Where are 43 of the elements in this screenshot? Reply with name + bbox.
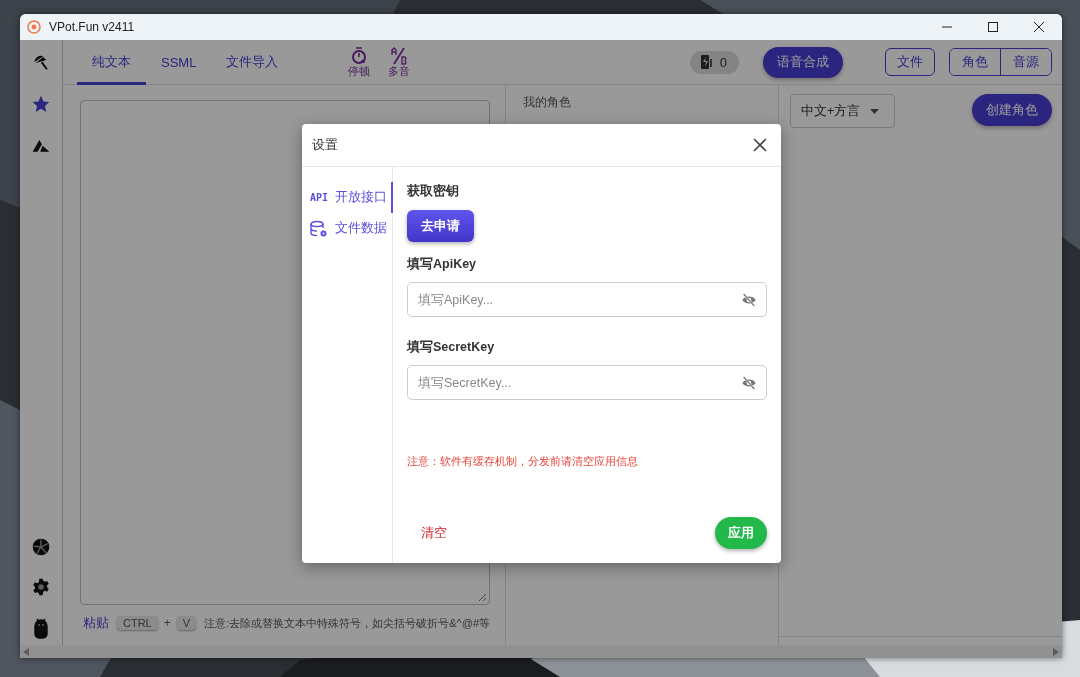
app-logo-icon xyxy=(27,20,41,34)
resize-handle-icon xyxy=(478,593,486,601)
eye-hidden-icon[interactable] xyxy=(741,292,757,308)
synthesize-button[interactable]: 语音合成 xyxy=(763,46,843,78)
note-text: 注意:去除或替换文本中特殊符号，如尖括号破折号&^@#等 xyxy=(204,615,490,631)
api-icon: API xyxy=(310,192,329,203)
letters-slash-icon xyxy=(391,47,408,65)
input-field[interactable]: 填写ApiKey... xyxy=(407,282,767,317)
android-icon[interactable] xyxy=(32,617,50,639)
settings-nav-item[interactable]: API 开放接口 xyxy=(302,182,393,213)
dialog-title: 设置 xyxy=(312,136,338,154)
segment-button[interactable]: 音源 xyxy=(1000,49,1051,75)
database-gear-icon xyxy=(310,219,328,238)
aperture-icon[interactable] xyxy=(31,537,51,557)
settings-nav-item[interactable]: 文件数据 xyxy=(302,213,393,244)
field-label: 填写SecretKey xyxy=(407,339,496,356)
paste-link[interactable]: 粘贴 xyxy=(83,614,109,632)
file-button[interactable]: 文件 xyxy=(885,48,935,76)
toolbar-tool[interactable]: 停顿 xyxy=(348,47,371,77)
input-field[interactable]: 填写SecretKey... xyxy=(407,365,767,400)
star-icon[interactable] xyxy=(31,94,51,114)
panel-title: 我的角色 xyxy=(523,95,571,109)
settings-icon[interactable] xyxy=(31,577,51,597)
stopwatch-icon xyxy=(351,47,368,65)
dropdown-caret-icon xyxy=(870,108,880,114)
language-dropdown[interactable]: 中文+方言 xyxy=(790,94,895,128)
apply-button[interactable]: 应用 xyxy=(715,517,767,549)
eye-hidden-icon[interactable] xyxy=(741,375,757,391)
field-label: 填写ApiKey xyxy=(407,256,478,273)
warning-text: 注意：软件有缓存机制，分发前请清空应用信息 xyxy=(407,454,639,469)
plus-sign: + xyxy=(163,616,171,630)
battery-charging-icon xyxy=(699,54,714,70)
key-cap: CTRL xyxy=(117,616,158,630)
umbrella-icon[interactable] xyxy=(32,54,50,72)
window-title: VPot.Fun v2411 xyxy=(49,20,136,34)
key-cap: V xyxy=(176,616,197,630)
create-role-button[interactable]: 创建角色 xyxy=(972,94,1052,126)
close-icon[interactable] xyxy=(753,138,767,152)
request-button[interactable]: 去申请 xyxy=(407,210,474,242)
clear-button[interactable]: 清空 xyxy=(407,518,461,548)
counter-badge: 0 xyxy=(689,50,739,74)
section-title: 获取密钥 xyxy=(407,183,460,200)
toolbar-tool[interactable]: 多音 xyxy=(388,47,411,77)
